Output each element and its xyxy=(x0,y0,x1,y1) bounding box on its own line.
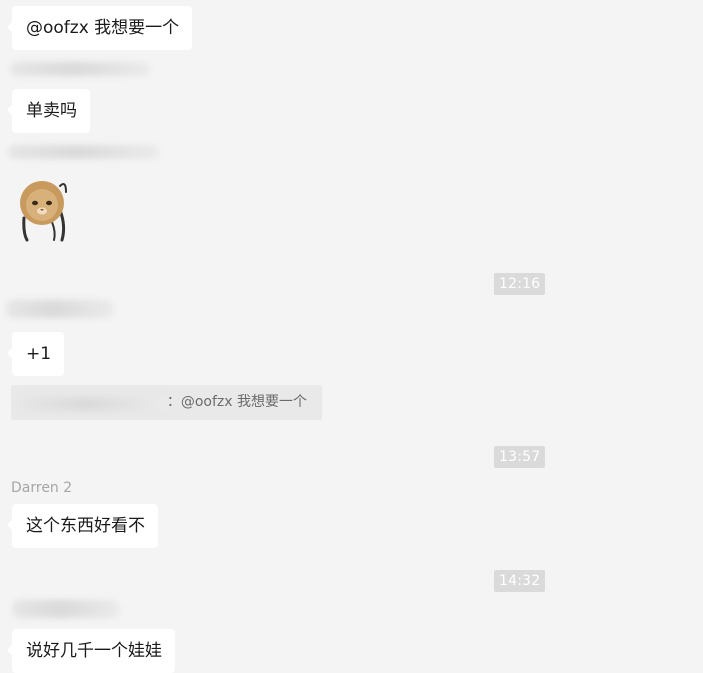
message-bubble[interactable]: @oofzx 我想要一个 xyxy=(6,6,193,50)
sender-name-blurred xyxy=(8,145,160,159)
quoted-message[interactable]: ：@oofzx 我想要一个 xyxy=(11,385,322,420)
quote-text: ：@oofzx 我想要一个 xyxy=(166,394,307,410)
message-bubble[interactable]: +1 xyxy=(6,332,65,376)
timestamp: 12:16 xyxy=(494,273,546,295)
quote-sender-blurred xyxy=(19,397,169,411)
cat-face-icon xyxy=(20,181,67,242)
sender-name-blurred xyxy=(6,300,114,318)
sender-name: Darren 2 xyxy=(11,480,73,496)
message-text: +1 xyxy=(26,344,52,364)
message-text: @oofzx 我想要一个 xyxy=(26,18,180,38)
sender-name-blurred xyxy=(12,600,120,618)
cat-face-sticker[interactable] xyxy=(14,178,74,242)
message-bubble[interactable]: 这个东西好看不 xyxy=(7,504,158,548)
message-text: 这个东西好看不 xyxy=(26,516,145,536)
message-text: 说好几千一个娃娃 xyxy=(26,641,162,661)
timestamp: 14:32 xyxy=(494,570,546,592)
message-text: 单卖吗 xyxy=(26,101,77,121)
sender-name-blurred xyxy=(10,62,150,76)
timestamp: 13:57 xyxy=(494,446,546,468)
message-bubble[interactable]: 说好几千一个娃娃 xyxy=(7,629,175,673)
message-bubble[interactable]: 单卖吗 xyxy=(7,89,90,133)
